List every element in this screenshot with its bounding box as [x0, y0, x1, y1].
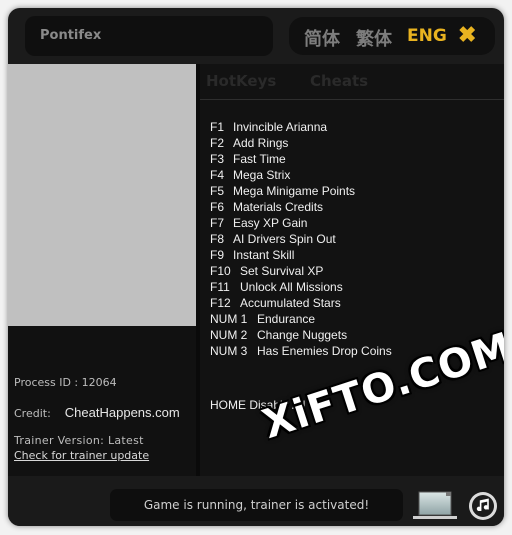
cheat-label: Fast Time — [233, 152, 286, 166]
hotkey: NUM 2 — [210, 328, 248, 342]
version-label: Trainer Version: — [14, 434, 108, 447]
lang-english[interactable]: ENG — [407, 26, 447, 46]
hotkey: NUM 1 — [210, 312, 248, 326]
hotkey: F3 — [210, 152, 225, 166]
cheat-label: Change Nuggets — [257, 328, 348, 342]
language-selector: 简体 繁体 ENG ✖ — [289, 17, 495, 55]
cheat-row: NUM 2 Change Nuggets — [210, 327, 392, 343]
hotkey: F5 — [210, 184, 225, 198]
close-icon[interactable]: ✖ — [458, 22, 476, 48]
title-box: Pontifex — [25, 16, 273, 56]
cheat-row: F9 Instant Skill — [210, 247, 392, 263]
hotkey: F4 — [210, 168, 225, 182]
cheat-row: F11 Unlock All Missions — [210, 279, 392, 295]
cheat-row: F3 Fast Time — [210, 151, 392, 167]
hotkey: F1 — [210, 120, 225, 134]
hotkey: F2 — [210, 136, 225, 150]
hotkey: F9 — [210, 248, 225, 262]
cheat-row: F4 Mega Strix — [210, 167, 392, 183]
cheat-row: F5 Mega Minigame Points — [210, 183, 392, 199]
cheat-label: Has Enemies Drop Coins — [257, 344, 392, 358]
cheat-label: Set Survival XP — [240, 264, 324, 278]
credit-label: Credit: — [14, 407, 51, 420]
hotkey: F12 — [210, 296, 231, 310]
tab-hotkeys[interactable]: HotKeys — [206, 72, 276, 90]
cheat-row: F2 Add Rings — [210, 135, 392, 151]
cheat-label: Accumulated Stars — [240, 296, 341, 310]
hotkey: F8 — [210, 232, 225, 246]
cheat-label: AI Drivers Spin Out — [233, 232, 336, 246]
version-value: Latest — [107, 434, 144, 447]
tab-divider — [200, 99, 504, 100]
cheat-row: F12 Accumulated Stars — [210, 295, 392, 311]
cheat-label: Invincible Arianna — [233, 120, 328, 134]
cheat-label: Mega Minigame Points — [233, 184, 356, 198]
left-panel: Process ID : 12064 Credit: CheatHappens.c… — [8, 64, 196, 476]
cheat-row: F7 Easy XP Gain — [210, 215, 392, 231]
process-id-value: 12064 — [81, 376, 117, 389]
hotkey: F11 — [210, 280, 230, 294]
cheat-label: Unlock All Missions — [240, 280, 343, 294]
credit: Credit: CheatHappens.com — [14, 405, 180, 420]
cheat-row: F10 Set Survival XP — [210, 263, 392, 279]
cheat-label: Endurance — [257, 312, 316, 326]
status-message: Game is running, trainer is activated! — [110, 489, 403, 521]
tab-cheats[interactable]: Cheats — [310, 72, 368, 90]
lang-traditional-chinese[interactable]: 繁体 — [356, 25, 392, 51]
hotkey: F10 — [210, 264, 231, 278]
right-panel: HotKeys Cheats F1 Invincible Arianna F2 Ad… — [200, 64, 504, 476]
cheat-row: NUM 3 Has Enemies Drop Coins — [210, 343, 392, 359]
cheat-label: Instant Skill — [233, 248, 295, 262]
trainer-window: Pontifex 简体 繁体 ENG ✖ Process ID : 12064 … — [8, 8, 504, 526]
process-id-label: Process ID : — [14, 376, 82, 389]
hotkey: HOME — [210, 398, 246, 412]
cheat-list: F1 Invincible Arianna F2 Add Rings F3 Fast … — [210, 119, 392, 359]
cheat-label: Easy XP Gain — [233, 216, 308, 230]
laptop-icon[interactable] — [412, 491, 458, 521]
cheat-label: Disable All — [249, 398, 306, 412]
hotkey: F7 — [210, 216, 225, 230]
cheat-label: Mega Strix — [233, 168, 291, 182]
hotkey: NUM 3 — [210, 344, 248, 358]
hotkey: F6 — [210, 200, 225, 214]
cheat-row: F1 Invincible Arianna — [210, 119, 392, 135]
credit-value: CheatHappens.com — [64, 405, 180, 420]
check-update-link[interactable]: Check for trainer update — [14, 449, 149, 462]
trainer-version: Trainer Version: Latest — [14, 434, 144, 447]
status-bar: Game is running, trainer is activated! — [8, 476, 504, 526]
cheat-label: Materials Credits — [233, 200, 324, 214]
cheat-row: F6 Materials Credits — [210, 199, 392, 215]
lang-simplified-chinese[interactable]: 简体 — [304, 25, 340, 51]
music-icon[interactable] — [468, 491, 498, 521]
process-id: Process ID : 12064 — [14, 376, 117, 389]
cheat-label: Add Rings — [233, 136, 289, 150]
cheat-row: F8 AI Drivers Spin Out — [210, 231, 392, 247]
game-title: Pontifex — [40, 28, 102, 43]
game-cover-image — [8, 64, 196, 326]
cheat-row: NUM 1 Endurance — [210, 311, 392, 327]
disable-all-row: HOME Disable All — [210, 398, 305, 412]
